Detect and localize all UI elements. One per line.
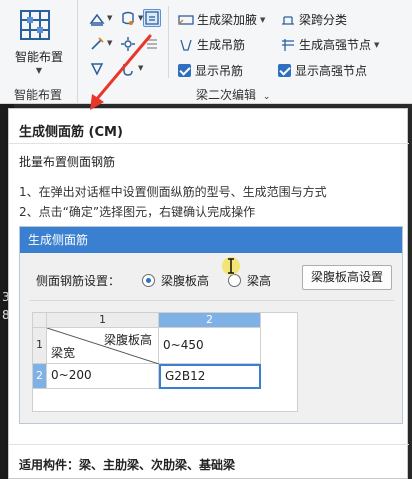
tooltip-subtitle: 批量布置侧面钢筋 xyxy=(19,155,116,169)
smart-layout-group: 智能布置 ▼ 智能布置 xyxy=(0,0,78,104)
checkbox-checked-icon[interactable] xyxy=(178,64,191,77)
radio-web-height-label: 梁腹板高 xyxy=(161,274,210,288)
grid-col-header[interactable]: 2 xyxy=(159,313,261,328)
beam-span-icon xyxy=(280,12,296,28)
hanger-bar-label: 生成吊筋 xyxy=(197,38,246,52)
checkbox-checked-icon[interactable] xyxy=(278,64,291,77)
hanger-bar-icon xyxy=(178,37,194,53)
beam-span-classify-button[interactable]: 梁跨分类 xyxy=(280,11,347,28)
tooltip-step-1: 1、在弹出对话框中设置侧面纵筋的型号、生成范围与方式 xyxy=(19,185,327,199)
chevron-down-icon[interactable]: ▼ xyxy=(260,16,265,24)
beam-haunch-button[interactable]: 生成梁加腋 ▼ xyxy=(178,11,265,28)
smart-layout-icon[interactable] xyxy=(18,8,52,42)
chevron-down-icon[interactable]: ▼ xyxy=(138,64,143,72)
node-tool-icon[interactable] xyxy=(119,35,137,53)
show-hanger-checkbox[interactable]: 显示吊筋 xyxy=(178,62,243,79)
beam-span-classify-label: 梁跨分类 xyxy=(299,13,348,27)
command-tooltip: 生成侧面筋 (CM) 批量布置侧面钢筋 1、在弹出对话框中设置侧面纵筋的型号、生… xyxy=(8,108,409,479)
grid-cell-editing[interactable]: G2B12 xyxy=(159,364,261,389)
high-strength-node-label: 生成高强节点 xyxy=(299,38,372,52)
side-rebar-setting-label: 侧面钢筋设置： xyxy=(36,274,121,288)
show-hanger-label: 显示吊筋 xyxy=(195,64,244,78)
grid-cell[interactable]: 0~450 xyxy=(159,328,261,364)
diag-header-top: 梁腹板高 xyxy=(103,333,152,347)
dialog-separator xyxy=(30,300,394,301)
chevron-down-icon: ▼ xyxy=(35,66,43,75)
show-high-strength-label: 显示高强节点 xyxy=(295,64,368,78)
grid-row-header[interactable]: 1 xyxy=(33,328,47,364)
group-name-beam-edit: 梁二次编辑 ⌄ xyxy=(196,86,270,103)
high-strength-node-icon xyxy=(280,37,296,53)
hanger-bar-button[interactable]: 生成吊筋 xyxy=(178,36,245,53)
dialog-title: 生成侧面筋 xyxy=(20,227,402,253)
smart-layout-button[interactable]: 智能布置 ▼ xyxy=(4,48,74,75)
side-rebar-icon[interactable] xyxy=(143,9,161,27)
rebar-grid[interactable]: 1 2 1 2 梁腹板高 梁宽 0~450 0~200 G2B12 xyxy=(32,312,298,412)
tooltip-footer: 适用构件：梁、主肋梁、次肋梁、基础梁 xyxy=(19,458,236,472)
group-name-smart-layout: 智能布置 xyxy=(14,88,63,102)
grid-cell[interactable]: 0~200 xyxy=(47,364,159,389)
rebar-edit-icon[interactable] xyxy=(88,35,106,53)
beam-haunch-label: 生成梁加腋 xyxy=(197,13,258,27)
radio-selected-icon[interactable] xyxy=(142,274,155,287)
smart-layout-label: 智能布置 xyxy=(14,50,63,64)
grid-corner xyxy=(33,313,47,328)
group-expand-icon[interactable]: ⌄ xyxy=(263,92,271,102)
tooltip-step-2: 2、点击“确定”选择图元，右键确认完成操作 xyxy=(19,205,256,219)
chevron-down-icon[interactable]: ▼ xyxy=(107,39,112,47)
chevron-down-icon[interactable]: ▼ xyxy=(107,14,112,22)
radio-web-height[interactable]: 梁腹板高 xyxy=(142,272,209,289)
show-high-strength-checkbox[interactable]: 显示高强节点 xyxy=(278,62,367,79)
grid-diagonal-header-cell: 梁腹板高 梁宽 xyxy=(47,328,159,364)
grid-col-header[interactable]: 1 xyxy=(47,313,159,328)
chevron-down-icon[interactable]: ▼ xyxy=(374,41,379,49)
group-name-beam-edit-label: 梁二次编辑 xyxy=(196,88,257,102)
ribbon-toolbar: 智能布置 ▼ 智能布置 ▼ ▼ ▼ ▼ 生成梁加腋 ▼ 梁跨分类 生成吊筋 生成… xyxy=(0,0,412,104)
tooltip-divider xyxy=(9,143,409,144)
high-strength-node-button[interactable]: 生成高强节点 ▼ xyxy=(280,36,379,53)
beam-tool-icon[interactable] xyxy=(88,10,106,28)
grid-row-header[interactable]: 2 xyxy=(33,364,47,389)
radio-beam-height-label: 梁高 xyxy=(247,274,272,288)
diag-header-bottom: 梁宽 xyxy=(51,346,76,360)
hook-tool-icon[interactable] xyxy=(119,60,137,78)
web-height-settings-button[interactable]: 梁腹板高设置 xyxy=(302,265,392,290)
beam-haunch-icon xyxy=(178,12,194,28)
tooltip-divider xyxy=(9,444,409,445)
stirrup-tool-icon[interactable] xyxy=(143,35,161,53)
side-rebar-dialog-preview: 生成侧面筋 侧面钢筋设置： 梁腹板高 梁高 梁腹板高设置 1 2 1 2 梁腹板… xyxy=(19,226,403,424)
ribbon-separator xyxy=(168,6,169,78)
span-select-icon[interactable] xyxy=(119,10,137,28)
section-icon[interactable] xyxy=(88,60,106,78)
tooltip-title: 生成侧面筋 (CM) xyxy=(19,125,123,140)
mouse-cursor-icon xyxy=(220,255,242,280)
